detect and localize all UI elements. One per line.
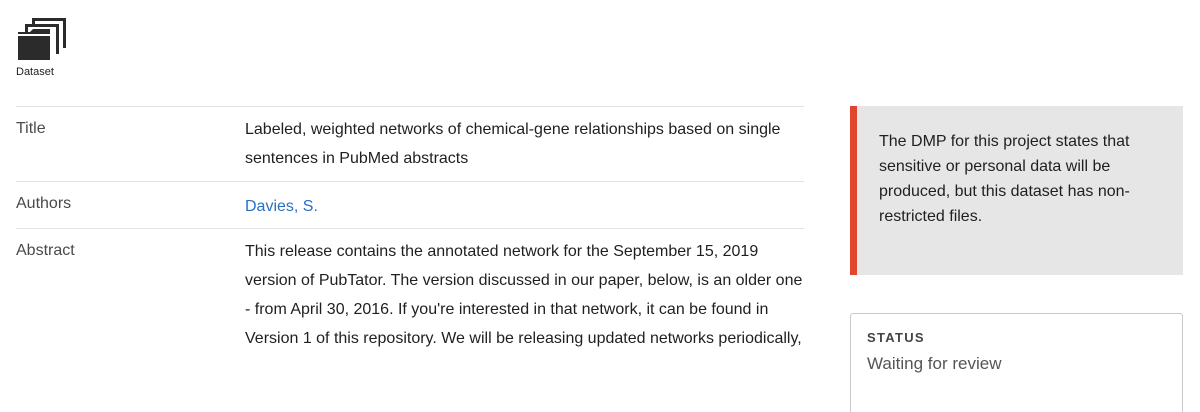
title-value: Labeled, weighted networks of chemical-g… xyxy=(245,121,781,167)
abstract-value: This release contains the annotated netw… xyxy=(245,243,803,347)
status-label: STATUS xyxy=(867,330,925,345)
metadata-table: Title Labeled, weighted networks of chem… xyxy=(16,106,804,359)
status-box: STATUS Waiting for review xyxy=(850,313,1183,412)
title-label: Title xyxy=(16,120,46,137)
folder-stack-icon xyxy=(16,16,76,62)
dmp-warning-notice: The DMP for this project states that sen… xyxy=(850,106,1183,275)
abstract-label: Abstract xyxy=(16,242,75,259)
authors-value: Davies, S. xyxy=(245,182,804,228)
dataset-type-badge: Dataset xyxy=(16,16,76,86)
authors-label: Authors xyxy=(16,195,72,212)
metadata-row-abstract: Abstract This release contains the annot… xyxy=(16,228,804,359)
metadata-row-title: Title Labeled, weighted networks of chem… xyxy=(16,106,804,181)
author-link[interactable]: Davies, S. xyxy=(245,198,318,215)
dataset-page: Dataset Title Labeled, weighted networks… xyxy=(0,0,1200,412)
status-value: Waiting for review xyxy=(867,354,1002,373)
dmp-warning-text: The DMP for this project states that sen… xyxy=(879,133,1130,225)
metadata-row-authors: Authors Davies, S. xyxy=(16,181,804,228)
dataset-type-label: Dataset xyxy=(16,66,54,78)
